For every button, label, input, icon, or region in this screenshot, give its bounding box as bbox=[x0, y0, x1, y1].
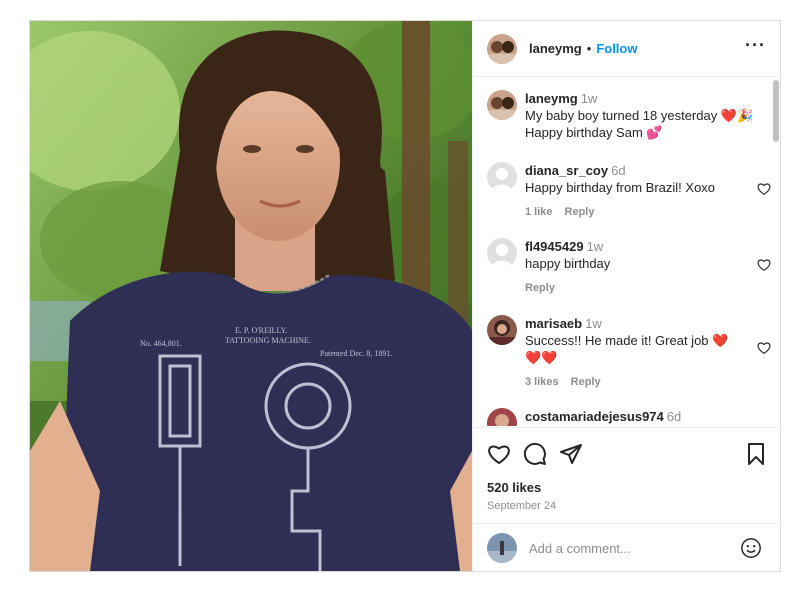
post-date: September 24 bbox=[487, 500, 557, 512]
post-header: laneymg • Follow ··· bbox=[473, 21, 782, 77]
more-icon[interactable]: ··· bbox=[745, 35, 766, 56]
comment-icon[interactable] bbox=[523, 442, 547, 466]
comment-input[interactable] bbox=[529, 538, 729, 558]
caption-username[interactable]: laneymg bbox=[525, 91, 578, 106]
comment-emoji-line: ❤️❤️ bbox=[525, 350, 558, 365]
comment-avatar[interactable] bbox=[487, 238, 517, 268]
comment-avatar[interactable] bbox=[487, 315, 517, 345]
viewer-avatar bbox=[487, 533, 517, 563]
bookmark-icon[interactable] bbox=[744, 442, 768, 466]
emoji-icon[interactable] bbox=[740, 537, 762, 559]
action-bar: 520 likes September 24 bbox=[473, 427, 782, 523]
caption-line-1: My baby boy turned 18 yesterday bbox=[525, 108, 721, 123]
comment-likes[interactable]: 3 likes bbox=[525, 376, 559, 388]
separator-dot: • bbox=[586, 41, 592, 56]
caption-emoji-1: ❤️🎉 bbox=[720, 108, 754, 123]
instagram-post: E. P. O'REILLY. TATTOOING MACHINE. Paten… bbox=[29, 20, 782, 572]
caption-time: 1w bbox=[580, 91, 598, 106]
comment-username[interactable]: diana_sr_coy bbox=[525, 163, 608, 178]
svg-text:Patented Dec. 8, 1891.: Patented Dec. 8, 1891. bbox=[320, 349, 392, 358]
svg-text:No. 464,801.: No. 464,801. bbox=[140, 339, 182, 348]
comment-time: 1w bbox=[585, 316, 602, 331]
comment-time: 1w bbox=[586, 239, 604, 254]
comment-avatar[interactable] bbox=[487, 162, 517, 192]
comment-username[interactable]: costamariadejesus974 bbox=[525, 409, 664, 424]
heart-icon[interactable] bbox=[757, 341, 771, 355]
comment-avatar[interactable] bbox=[487, 408, 517, 426]
follow-button[interactable]: Follow bbox=[596, 41, 637, 56]
comment-text: Happy birthday from Brazil! Xoxo bbox=[525, 180, 716, 195]
like-count[interactable]: 520 likes bbox=[487, 480, 541, 495]
comment-time: 6d bbox=[611, 163, 626, 178]
comment-emoji: ❤️ bbox=[712, 333, 729, 348]
reply-button[interactable]: Reply bbox=[571, 376, 601, 388]
scrollbar-thumb[interactable] bbox=[773, 80, 779, 142]
author-avatar[interactable] bbox=[487, 33, 517, 64]
comment-text: happy birthday bbox=[525, 256, 611, 271]
heart-icon[interactable] bbox=[757, 258, 771, 272]
comment-text: Success!! He made it! Great job bbox=[525, 333, 713, 348]
comment-username[interactable]: fl4945429 bbox=[525, 239, 584, 254]
comment-likes[interactable]: 1 like bbox=[525, 206, 553, 218]
reply-button[interactable]: Reply bbox=[525, 282, 555, 294]
comment-time: 6d bbox=[666, 409, 682, 424]
comments-scrollbar[interactable] bbox=[773, 78, 779, 426]
caption-line-2: Happy birthday Sam bbox=[525, 125, 647, 140]
svg-text:E. P. O'REILLY.: E. P. O'REILLY. bbox=[235, 326, 287, 335]
post-side-panel: laneymg • Follow ··· laneymg 1w My baby b… bbox=[472, 21, 782, 571]
svg-text:TATTOOING MACHINE.: TATTOOING MACHINE. bbox=[225, 336, 311, 345]
author-username[interactable]: laneymg bbox=[529, 41, 582, 56]
heart-icon[interactable] bbox=[757, 182, 771, 196]
caption-avatar[interactable] bbox=[487, 90, 517, 120]
share-icon[interactable] bbox=[559, 442, 583, 466]
caption-emoji-2: 💕 bbox=[646, 125, 663, 140]
comment-username[interactable]: marisaeb bbox=[525, 316, 582, 331]
heart-icon[interactable] bbox=[487, 442, 511, 466]
add-comment-bar bbox=[473, 523, 782, 571]
post-photo[interactable]: E. P. O'REILLY. TATTOOING MACHINE. Paten… bbox=[30, 21, 472, 571]
reply-button[interactable]: Reply bbox=[565, 206, 595, 218]
comments-list[interactable]: laneymg 1w My baby boy turned 18 yesterda… bbox=[473, 78, 782, 426]
